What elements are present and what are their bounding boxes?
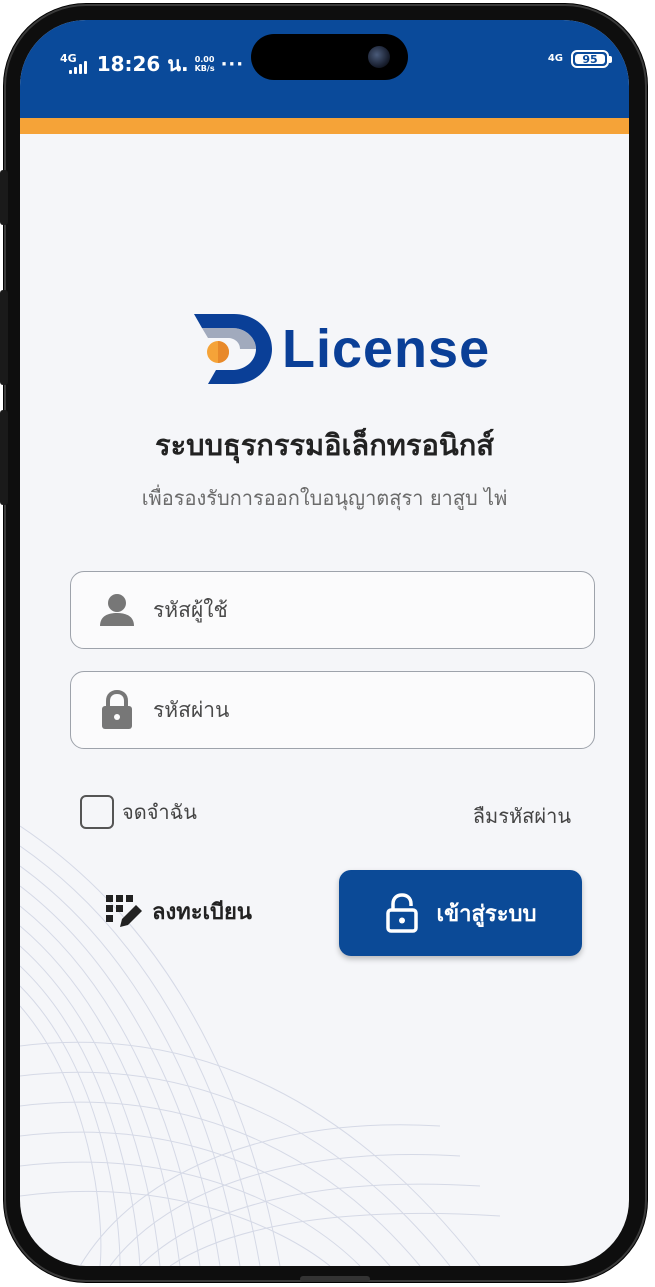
status-time: 18:26 น. [96, 52, 189, 76]
username-input[interactable] [151, 597, 555, 623]
status-right: 4G 95 [547, 50, 612, 68]
remember-label: จดจำฉัน [122, 800, 197, 824]
network-speed: 0.00 KB/s [195, 55, 215, 73]
remember-me[interactable]: จดจำฉัน [80, 795, 197, 829]
lock-icon [95, 688, 139, 732]
speed-value: 0.00 [194, 55, 215, 64]
home-indicator [300, 1276, 370, 1282]
camera-icon [368, 46, 390, 68]
side-button [0, 170, 8, 225]
network-right-label: 4G [547, 53, 563, 64]
battery-icon: 95 [571, 50, 612, 68]
remember-checkbox[interactable] [80, 795, 114, 829]
login-button[interactable]: เข้าสู่ระบบ [339, 870, 582, 956]
user-icon [95, 588, 139, 632]
password-input[interactable] [151, 697, 555, 723]
page-title: ระบบธุรกรรมอิเล็กทรอนิกส์ [155, 428, 494, 462]
network-label: 4G [60, 51, 77, 65]
phone-mockup: 4G 18:26 น. 0.00 KB/s ··· 4G 95 License … [0, 0, 655, 1287]
register-label: ลงทะเบียน [152, 900, 252, 925]
background-wave-decoration [20, 825, 501, 1266]
status-left: 4G 18:26 น. 0.00 KB/s ··· [60, 48, 244, 80]
more-notifications-icon: ··· [220, 53, 245, 75]
accent-strip [20, 118, 629, 134]
volume-down-button [0, 410, 8, 505]
forgot-password-link[interactable]: ลืมรหัสผ่าน [473, 800, 571, 832]
page-subtitle: เพื่อรองรับการออกใบอนุญาตสุรา ยาสูบ ไพ่ [141, 486, 508, 510]
register-icon [106, 894, 142, 927]
app-logo: License [194, 314, 490, 384]
speed-unit: KB/s [194, 64, 215, 73]
unlock-icon [385, 893, 418, 933]
volume-up-button [0, 290, 8, 385]
battery-level: 95 [582, 52, 598, 66]
login-label: เข้าสู่ระบบ [436, 901, 537, 927]
d-license-logo-icon [194, 314, 272, 384]
logo-text: License [282, 319, 491, 379]
username-field[interactable] [70, 571, 595, 649]
dynamic-island [251, 34, 408, 80]
password-field[interactable] [70, 671, 595, 749]
register-button[interactable]: ลงทะเบียน [106, 894, 252, 929]
app-screen: 4G 18:26 น. 0.00 KB/s ··· 4G 95 License … [20, 20, 629, 1266]
